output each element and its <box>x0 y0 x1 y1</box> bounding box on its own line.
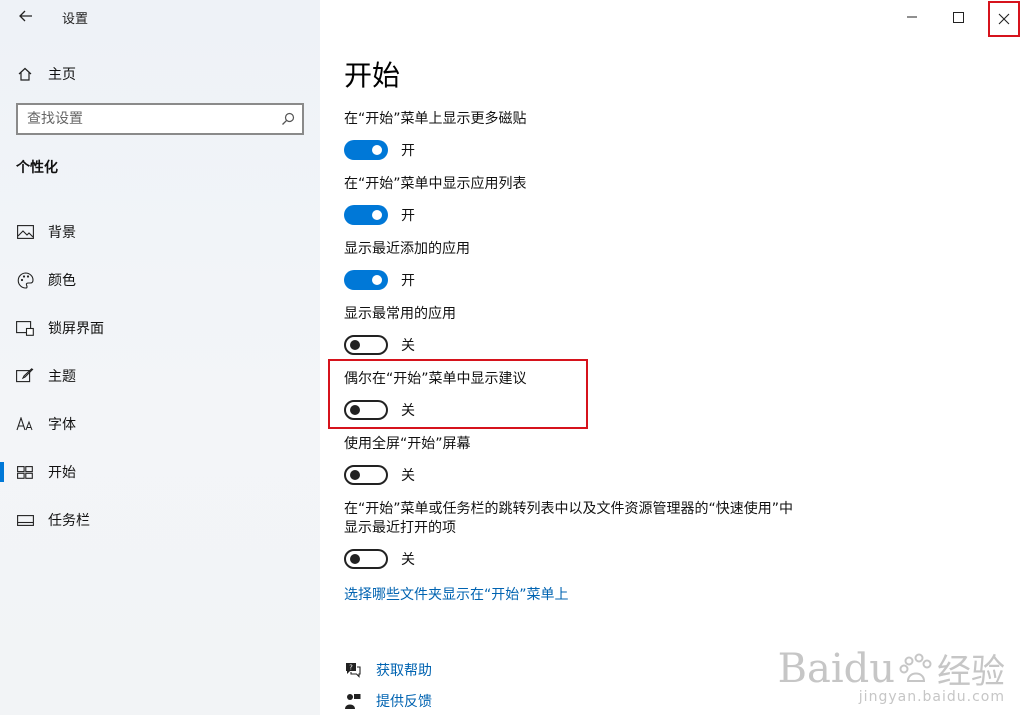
search-box[interactable] <box>16 103 304 135</box>
minimize-icon <box>907 16 917 18</box>
sidebar: 设置 主页 个性化 背景 颜色 锁屏界面 <box>0 0 320 715</box>
toggle-switch[interactable] <box>344 549 388 569</box>
svg-text:?: ? <box>349 664 353 672</box>
sidebar-item-label: 任务栏 <box>48 513 90 529</box>
toggle-switch[interactable] <box>344 140 388 160</box>
setting-more-tiles: 在“开始”菜单上显示更多磁贴 开 <box>344 110 814 160</box>
folders-link[interactable]: 选择哪些文件夹显示在“开始”菜单上 <box>344 584 569 604</box>
setting-most-used: 显示最常用的应用 关 <box>344 305 814 355</box>
back-button[interactable] <box>12 4 40 28</box>
paw-icon <box>899 653 932 682</box>
setting-full-screen: 使用全屏“开始”屏幕 关 <box>344 435 814 485</box>
search-input[interactable] <box>27 111 274 127</box>
setting-recently-added: 显示最近添加的应用 开 <box>344 240 814 290</box>
back-arrow-icon <box>19 10 32 22</box>
toggle-state: 开 <box>401 273 415 289</box>
sidebar-item-colors[interactable]: 颜色 <box>0 256 320 304</box>
close-icon <box>998 13 1010 25</box>
toggle-switch[interactable] <box>344 270 388 290</box>
font-icon <box>16 415 34 433</box>
toggle-switch[interactable] <box>344 205 388 225</box>
minimize-button[interactable] <box>889 0 935 34</box>
sidebar-item-label: 主题 <box>48 369 76 385</box>
toggle-state: 关 <box>401 338 415 354</box>
close-button[interactable] <box>987 0 1021 38</box>
sidebar-item-label: 背景 <box>48 225 76 241</box>
sidebar-item-background[interactable]: 背景 <box>0 208 320 256</box>
watermark-brand-cn: 经验 <box>937 652 1005 692</box>
section-title: 个性化 <box>16 160 58 176</box>
feedback-person-icon <box>344 692 362 710</box>
toggle-state: 开 <box>401 143 415 159</box>
taskbar-icon <box>16 511 34 529</box>
toggle-state: 关 <box>401 552 415 568</box>
sidebar-item-home[interactable]: 主页 <box>16 62 76 86</box>
setting-label: 在“开始”菜单中显示应用列表 <box>344 176 527 192</box>
sidebar-item-label: 锁屏界面 <box>48 321 104 337</box>
sidebar-item-label: 字体 <box>48 417 76 433</box>
brush-icon <box>16 367 34 385</box>
get-help-link[interactable]: ? 获取帮助 <box>344 660 432 680</box>
sidebar-item-start[interactable]: 开始 <box>0 448 320 496</box>
sidebar-item-home-label: 主页 <box>48 67 76 83</box>
sidebar-item-taskbar[interactable]: 任务栏 <box>0 496 320 544</box>
maximize-button[interactable] <box>935 0 981 34</box>
sidebar-item-label: 开始 <box>48 465 76 481</box>
picture-icon <box>16 223 34 241</box>
sidebar-item-fonts[interactable]: 字体 <box>0 400 320 448</box>
lock-screen-icon <box>16 319 34 337</box>
toggle-switch[interactable] <box>344 465 388 485</box>
start-icon <box>16 463 34 481</box>
toggle-state: 开 <box>401 208 415 224</box>
setting-label: 显示最近添加的应用 <box>344 241 470 257</box>
setting-label: 在“开始”菜单上显示更多磁贴 <box>344 111 527 127</box>
watermark: Baidu 经验 jingyan.baidu.com <box>777 644 1005 706</box>
sidebar-item-themes[interactable]: 主题 <box>0 352 320 400</box>
help-chat-icon: ? <box>344 661 362 679</box>
window-controls <box>889 0 1025 37</box>
setting-label: 在“开始”菜单或任务栏的跳转列表中以及文件资源管理器的“快速使用”中显示最近打开… <box>344 501 794 536</box>
page-title: 开始 <box>344 59 401 92</box>
toggle-state: 关 <box>401 468 415 484</box>
setting-label: 使用全屏“开始”屏幕 <box>344 436 471 452</box>
setting-label: 显示最常用的应用 <box>344 306 456 322</box>
maximize-icon <box>952 11 964 23</box>
give-feedback-link[interactable]: 提供反馈 <box>344 691 432 711</box>
get-help-label: 获取帮助 <box>376 663 432 679</box>
setting-app-list: 在“开始”菜单中显示应用列表 开 <box>344 175 814 225</box>
give-feedback-label: 提供反馈 <box>376 694 432 710</box>
watermark-brand: Baidu <box>777 645 895 692</box>
search-icon[interactable] <box>274 105 302 133</box>
window-title: 设置 <box>62 12 89 27</box>
palette-icon <box>16 271 34 289</box>
setting-recent-items: 在“开始”菜单或任务栏的跳转列表中以及文件资源管理器的“快速使用”中显示最近打开… <box>344 500 794 569</box>
sidebar-item-label: 颜色 <box>48 273 76 289</box>
sidebar-nav: 背景 颜色 锁屏界面 主题 字体 开始 任务栏 <box>0 208 320 544</box>
toggle-switch[interactable] <box>344 335 388 355</box>
sidebar-item-lock-screen[interactable]: 锁屏界面 <box>0 304 320 352</box>
highlight-box <box>328 359 588 429</box>
home-icon <box>16 65 34 83</box>
